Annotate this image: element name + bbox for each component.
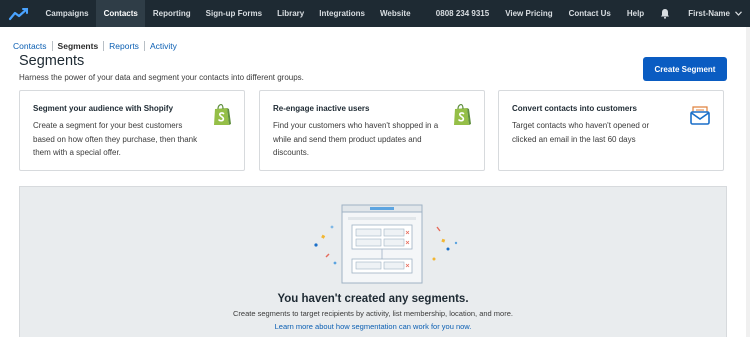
sub-nav: Contacts Segments Reports Activity	[13, 41, 177, 51]
shopify-icon	[212, 103, 232, 132]
subnav-contacts[interactable]: Contacts	[13, 41, 47, 51]
create-segment-button[interactable]: Create Segment	[643, 57, 727, 81]
empty-state: You haven't created any segments. Create…	[19, 186, 727, 337]
card-reengage-users[interactable]: Re-engage inactive users Find your custo…	[259, 90, 485, 171]
subnav-activity[interactable]: Activity	[150, 41, 177, 51]
nav-signup-forms[interactable]: Sign-up Forms	[198, 0, 269, 27]
subnav-segments[interactable]: Segments	[58, 41, 99, 51]
chevron-down-icon	[735, 9, 742, 18]
card-title: Re-engage inactive users	[273, 104, 370, 113]
page-subtitle: Harness the power of your data and segme…	[19, 73, 304, 82]
bell-icon[interactable]	[652, 0, 678, 27]
page-title: Segments	[19, 53, 85, 69]
card-description: Create a segment for your best customers…	[33, 121, 198, 157]
nav-view-pricing[interactable]: View Pricing	[497, 0, 560, 27]
nav-help[interactable]: Help	[619, 0, 652, 27]
divider	[103, 41, 105, 51]
envelope-icon	[689, 105, 711, 130]
divider	[51, 41, 53, 51]
scrollbar[interactable]	[746, 27, 750, 337]
nav-contacts[interactable]: Contacts	[96, 0, 146, 27]
learn-more-link[interactable]: Learn more about how segmentation can wo…	[20, 322, 726, 331]
nav-library[interactable]: Library	[270, 0, 312, 27]
card-title: Convert contacts into customers	[512, 104, 637, 113]
empty-state-subtitle: Create segments to target recipients by …	[233, 309, 513, 318]
nav-integrations[interactable]: Integrations	[312, 0, 373, 27]
card-shopify-segment[interactable]: Segment your audience with Shopify Creat…	[19, 90, 245, 171]
user-name: First-Name	[688, 9, 730, 18]
divider	[143, 41, 145, 51]
nav-campaigns[interactable]: Campaigns	[38, 0, 96, 27]
nav-contact-us[interactable]: Contact Us	[561, 0, 619, 27]
nav-reporting[interactable]: Reporting	[145, 0, 198, 27]
empty-state-title: You haven't created any segments.	[277, 293, 469, 305]
card-description: Find your customers who haven't shopped …	[273, 121, 439, 157]
card-convert-contacts[interactable]: Convert contacts into customers Target c…	[498, 90, 724, 171]
nav-website[interactable]: Website	[373, 0, 419, 27]
logo-icon[interactable]	[0, 0, 38, 27]
nav-phone[interactable]: 0808 234 9315	[428, 0, 497, 27]
top-nav: Campaigns Contacts Reporting Sign-up For…	[0, 0, 750, 27]
card-title: Segment your audience with Shopify	[33, 104, 174, 113]
user-menu[interactable]: First-Name	[678, 9, 750, 18]
card-description: Target contacts who haven't opened or cl…	[512, 121, 650, 144]
shopify-icon	[452, 103, 472, 132]
segments-illustration-icon	[302, 203, 462, 290]
subnav-reports[interactable]: Reports	[109, 41, 139, 51]
